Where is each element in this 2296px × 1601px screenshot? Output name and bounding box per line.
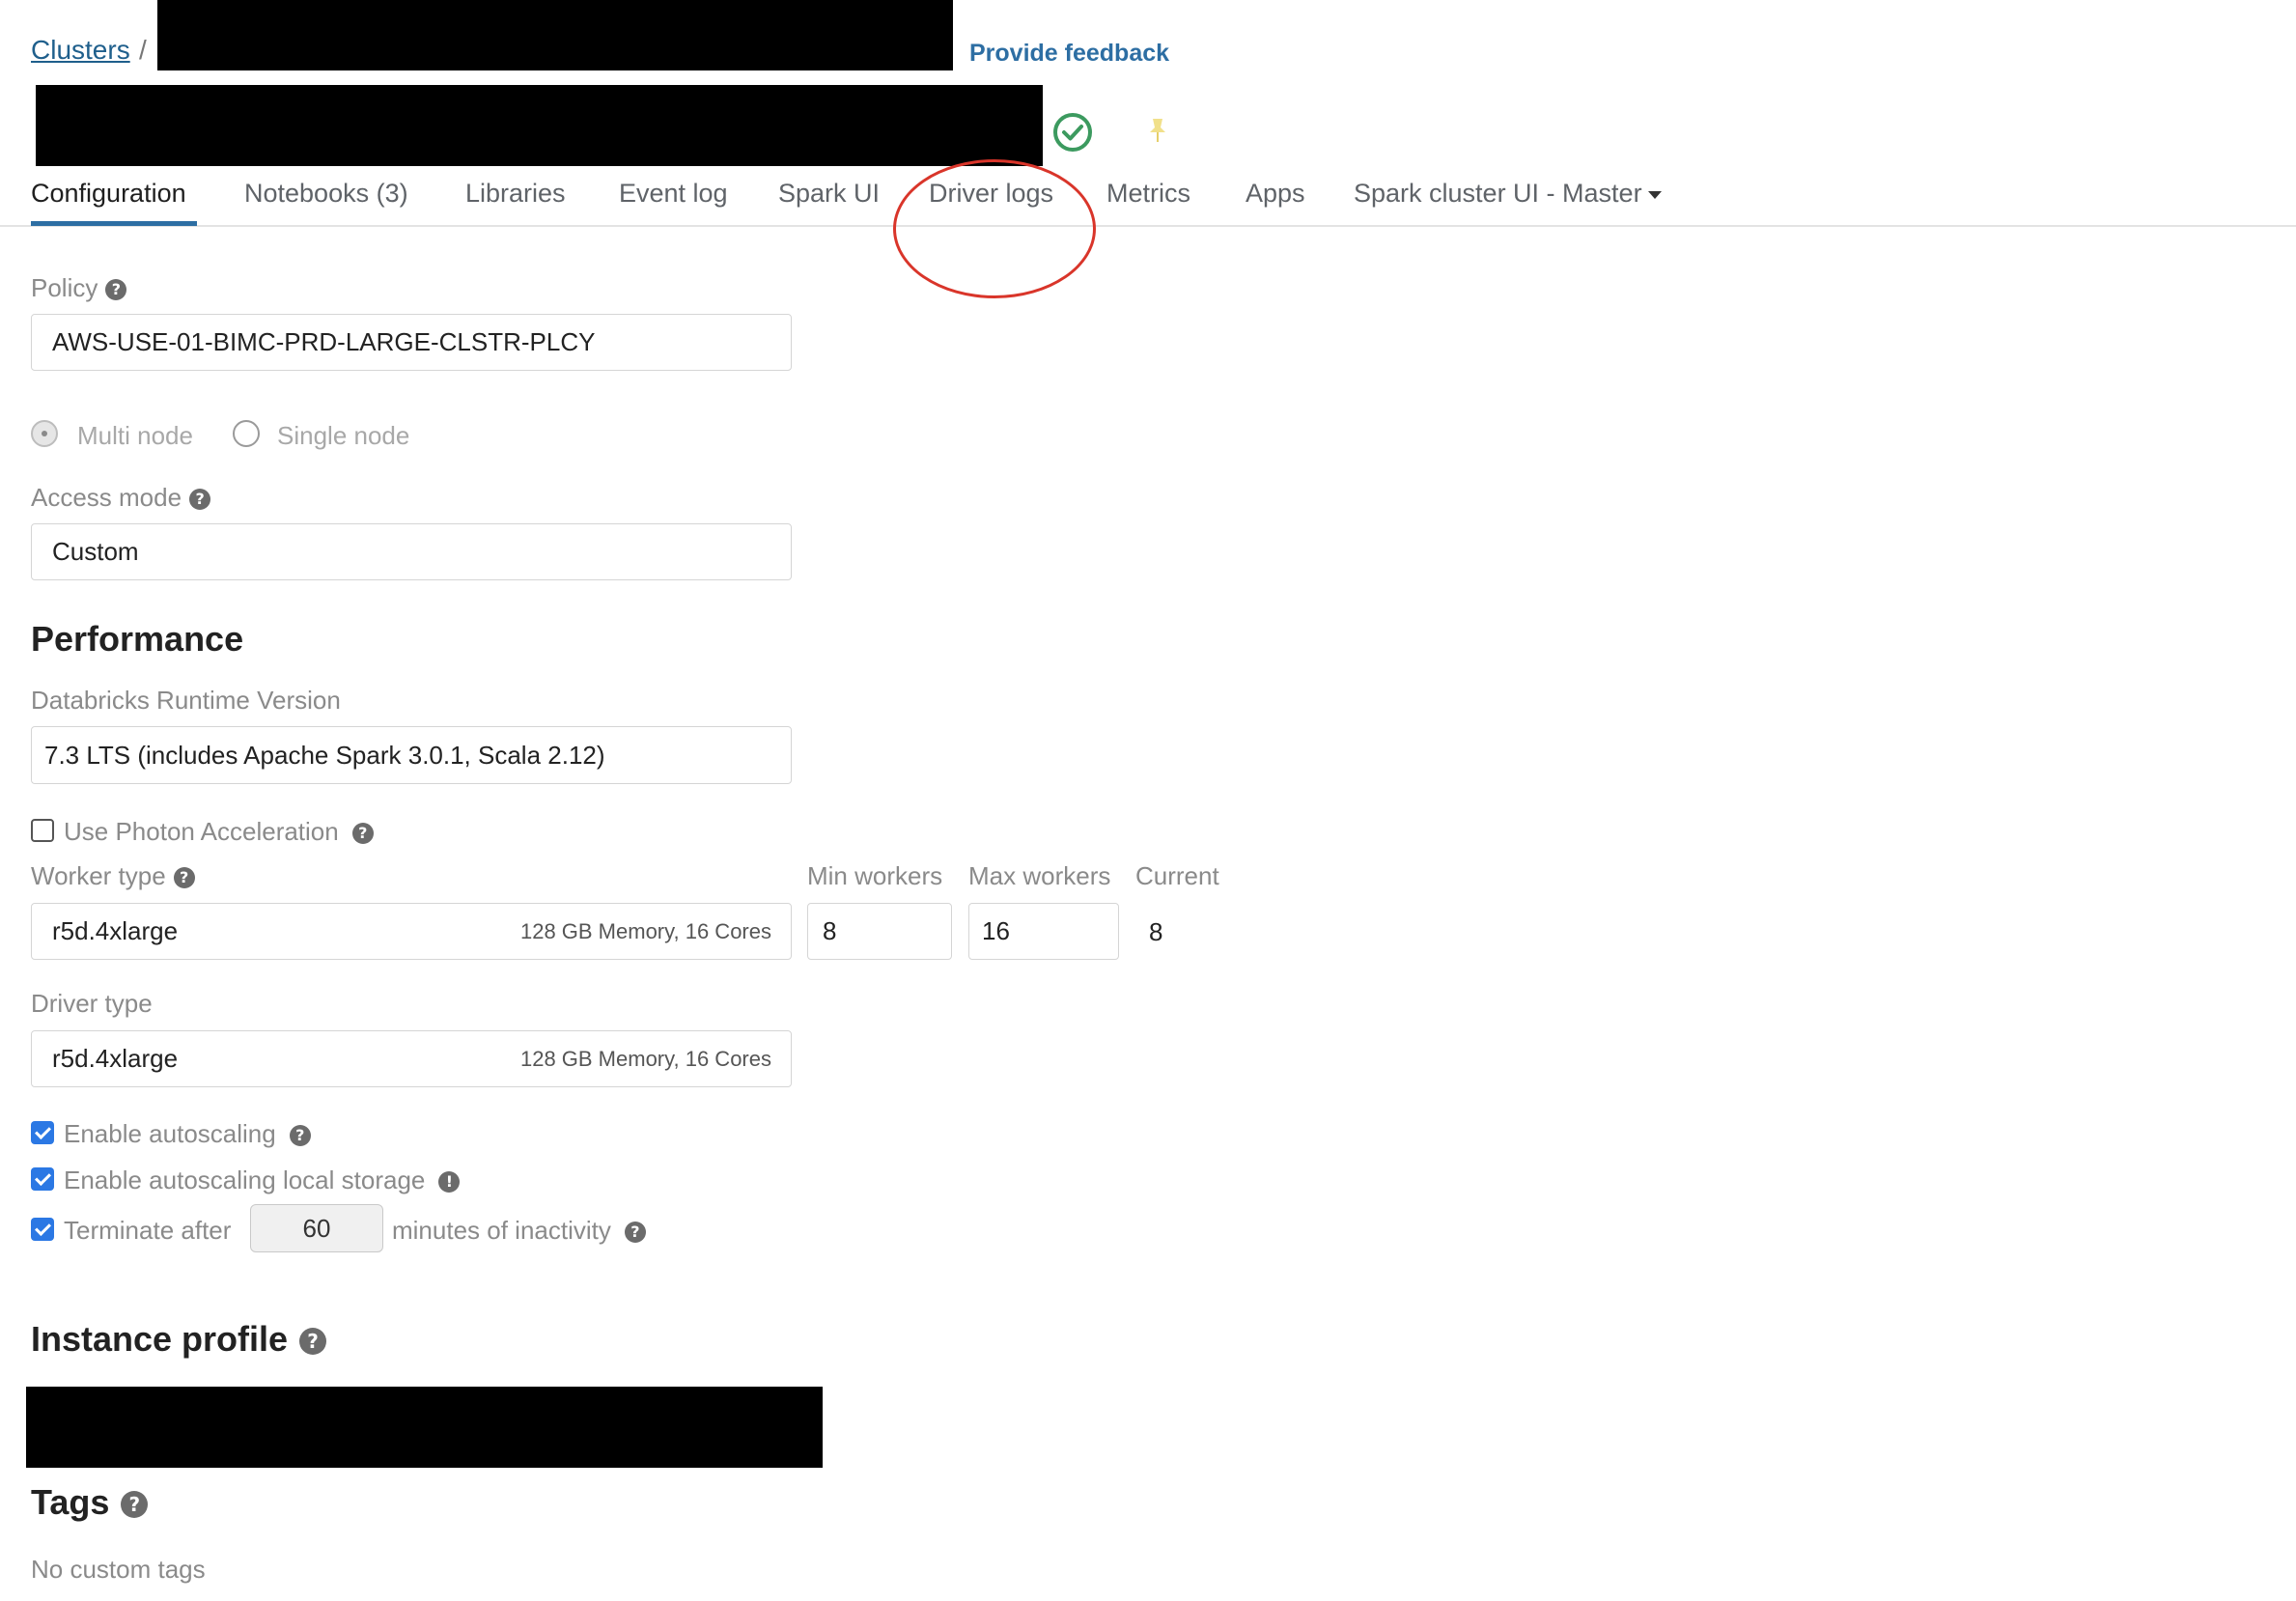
terminate-suffix-text: minutes of inactivity bbox=[392, 1216, 611, 1245]
single-node-radio[interactable] bbox=[233, 420, 260, 447]
tab-event-log[interactable]: Event log bbox=[619, 179, 728, 209]
policy-select[interactable]: AWS-USE-01-BIMC-PRD-LARGE-CLSTR-PLCY bbox=[31, 314, 792, 371]
current-workers-value: 8 bbox=[1149, 917, 1163, 946]
max-workers-input[interactable]: 16 bbox=[968, 903, 1119, 960]
min-workers-input[interactable]: 8 bbox=[807, 903, 952, 960]
runtime-version-value: 7.3 LTS (includes Apache Spark 3.0.1, Sc… bbox=[44, 740, 605, 770]
help-icon[interactable]: ? bbox=[299, 1328, 327, 1356]
access-mode-label-text: Access mode bbox=[31, 483, 182, 512]
worker-type-label-text: Worker type bbox=[31, 861, 166, 890]
tags-title: Tags bbox=[31, 1482, 110, 1522]
min-workers-label: Min workers bbox=[807, 861, 943, 890]
policy-value: AWS-USE-01-BIMC-PRD-LARGE-CLSTR-PLCY bbox=[52, 327, 596, 356]
help-icon[interactable]: ? bbox=[121, 1491, 149, 1519]
help-icon[interactable]: ? bbox=[105, 279, 127, 301]
chevron-down-icon bbox=[1647, 190, 1662, 199]
provide-feedback-link[interactable]: Provide feedback bbox=[969, 40, 1169, 68]
redacted-instance-profile bbox=[26, 1387, 823, 1468]
multi-node-label: Multi node bbox=[77, 421, 193, 450]
terminate-minutes-input[interactable]: 60 bbox=[250, 1204, 383, 1252]
access-mode-select[interactable]: Custom bbox=[31, 523, 792, 580]
single-node-label: Single node bbox=[277, 421, 410, 450]
access-mode-value: Custom bbox=[52, 537, 139, 566]
autoscaling-label: Enable autoscaling? bbox=[64, 1119, 311, 1149]
min-workers-value: 8 bbox=[823, 916, 837, 945]
tab-notebooks[interactable]: Notebooks (3) bbox=[244, 179, 408, 209]
driver-type-spec: 128 GB Memory, 16 Cores bbox=[519, 1046, 771, 1071]
photon-label: Use Photon Acceleration? bbox=[64, 817, 374, 847]
redacted-cluster-name-breadcrumb bbox=[157, 0, 953, 70]
autoscaling-storage-label-text: Enable autoscaling local storage bbox=[64, 1166, 426, 1194]
max-workers-value: 16 bbox=[982, 916, 1010, 945]
tab-divider bbox=[0, 225, 2296, 227]
tab-apps[interactable]: Apps bbox=[1246, 179, 1305, 209]
terminate-label: Terminate after bbox=[64, 1216, 232, 1245]
current-workers-label: Current bbox=[1135, 861, 1219, 890]
runtime-label: Databricks Runtime Version bbox=[31, 686, 341, 715]
annotation-circle bbox=[893, 159, 1096, 298]
check-circle-icon bbox=[1053, 113, 1092, 152]
autoscaling-label-text: Enable autoscaling bbox=[64, 1119, 276, 1148]
help-icon[interactable]: ? bbox=[624, 1222, 646, 1244]
cluster-tabs: Configuration Notebooks (3) Libraries Ev… bbox=[0, 179, 2296, 227]
tab-configuration[interactable]: Configuration bbox=[31, 179, 186, 209]
runtime-version-select[interactable]: 7.3 LTS (includes Apache Spark 3.0.1, Sc… bbox=[31, 726, 792, 784]
photon-checkbox[interactable] bbox=[31, 819, 54, 842]
worker-type-value: r5d.4xlarge bbox=[52, 916, 179, 945]
autoscaling-storage-label: Enable autoscaling local storage! bbox=[64, 1166, 461, 1195]
terminate-suffix: minutes of inactivity? bbox=[392, 1216, 646, 1246]
driver-type-value: r5d.4xlarge bbox=[52, 1044, 179, 1073]
access-mode-label: Access mode? bbox=[31, 483, 211, 513]
autoscaling-checkbox[interactable] bbox=[31, 1121, 54, 1144]
terminate-checkbox[interactable] bbox=[31, 1218, 54, 1241]
no-tags-text: No custom tags bbox=[31, 1555, 206, 1584]
tab-libraries[interactable]: Libraries bbox=[465, 179, 566, 209]
multi-node-radio[interactable] bbox=[31, 420, 58, 447]
help-icon[interactable]: ? bbox=[351, 823, 374, 845]
instance-profile-title: Instance profile bbox=[31, 1319, 289, 1359]
instance-profile-heading: Instance profile? bbox=[31, 1319, 327, 1360]
tab-spark-ui[interactable]: Spark UI bbox=[778, 179, 880, 209]
max-workers-label: Max workers bbox=[968, 861, 1111, 890]
help-icon[interactable]: ? bbox=[173, 867, 195, 889]
policy-label-text: Policy bbox=[31, 273, 98, 302]
photon-label-text: Use Photon Acceleration bbox=[64, 817, 339, 846]
active-tab-indicator bbox=[31, 221, 197, 226]
autoscaling-storage-checkbox[interactable] bbox=[31, 1167, 54, 1191]
worker-type-select[interactable]: r5d.4xlarge 128 GB Memory, 16 Cores bbox=[31, 903, 792, 960]
tab-metrics[interactable]: Metrics bbox=[1106, 179, 1190, 209]
performance-heading: Performance bbox=[31, 619, 244, 659]
breadcrumb-separator: / bbox=[139, 35, 147, 65]
tags-heading: Tags? bbox=[31, 1482, 149, 1523]
tab-spark-cluster-ui-master[interactable]: Spark cluster UI - Master bbox=[1354, 179, 1662, 209]
driver-type-label: Driver type bbox=[31, 989, 153, 1018]
breadcrumb-clusters-link[interactable]: Clusters bbox=[31, 35, 130, 66]
redacted-cluster-title bbox=[36, 85, 1043, 166]
tab-spark-cluster-ui-master-label: Spark cluster UI - Master bbox=[1354, 179, 1642, 208]
pin-icon[interactable] bbox=[1143, 116, 1172, 145]
worker-type-spec: 128 GB Memory, 16 Cores bbox=[519, 918, 771, 943]
help-icon[interactable]: ? bbox=[189, 489, 211, 511]
worker-type-label: Worker type? bbox=[31, 861, 195, 891]
help-icon[interactable]: ? bbox=[289, 1125, 311, 1147]
policy-label: Policy? bbox=[31, 273, 127, 303]
driver-type-select[interactable]: r5d.4xlarge 128 GB Memory, 16 Cores bbox=[31, 1030, 792, 1087]
warning-icon[interactable]: ! bbox=[438, 1171, 461, 1194]
